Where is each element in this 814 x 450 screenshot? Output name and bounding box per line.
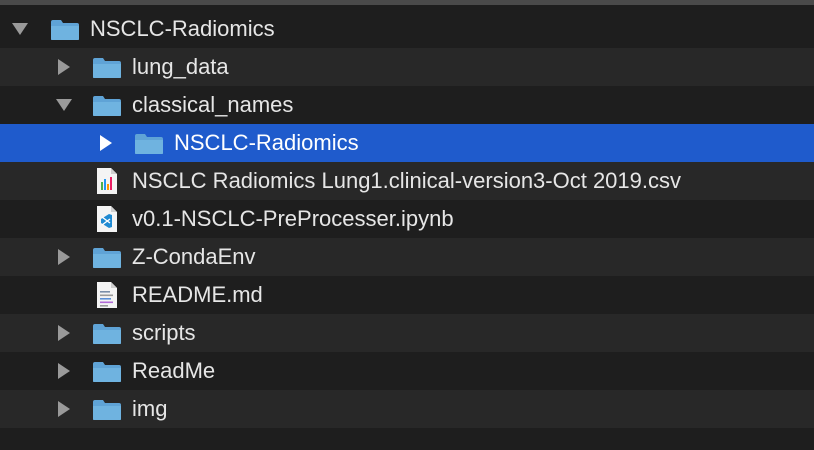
tree-row-label: img	[132, 396, 168, 421]
markdown-file-icon	[97, 282, 117, 308]
folder-icon	[93, 58, 121, 78]
tree-row-label: NSCLC-Radiomics	[174, 130, 359, 155]
vscode-file-icon	[97, 206, 117, 232]
disclosure-collapsed-icon[interactable]	[56, 363, 72, 379]
tree-row-readme-md[interactable]: README.md	[0, 276, 814, 314]
tree-row-img[interactable]: img	[0, 390, 814, 428]
tree-row-classical-names[interactable]: classical_names	[0, 86, 814, 124]
tree-row-label: Z-CondaEnv	[132, 244, 256, 269]
tree-row-readme-folder[interactable]: ReadMe	[0, 352, 814, 390]
tree-row-label: classical_names	[132, 92, 294, 117]
finder-list-view: NSCLC-Radiomics lung_data classical_name…	[0, 0, 814, 450]
tree-row-label: ReadMe	[132, 358, 216, 383]
disclosure-collapsed-icon[interactable]	[56, 59, 72, 75]
folder-icon	[93, 400, 121, 420]
tree-row-ipynb-file[interactable]: v0.1-NSCLC-PreProcesser.ipynb	[0, 200, 814, 238]
folder-icon	[135, 134, 163, 154]
header-divider	[0, 0, 814, 5]
folder-icon	[93, 324, 121, 344]
csv-file-icon	[97, 168, 117, 194]
tree-row-scripts[interactable]: scripts	[0, 314, 814, 352]
disclosure-expanded-icon[interactable]	[56, 97, 72, 113]
tree-row-label: NSCLC Radiomics Lung1.clinical-version3-…	[132, 168, 682, 193]
tree-row-label: README.md	[132, 282, 263, 307]
tree-row-lung-data[interactable]: lung_data	[0, 48, 814, 86]
folder-icon	[93, 96, 121, 116]
disclosure-collapsed-icon[interactable]	[56, 325, 72, 341]
tree-row-nsclc-radiomics-root[interactable]: NSCLC-Radiomics	[0, 10, 814, 48]
folder-icon	[51, 20, 79, 40]
disclosure-collapsed-icon[interactable]	[56, 401, 72, 417]
disclosure-collapsed-icon[interactable]	[98, 135, 114, 151]
file-tree: NSCLC-Radiomics lung_data classical_name…	[0, 10, 814, 428]
tree-row-nsclc-radiomics-selected[interactable]: NSCLC-Radiomics	[0, 124, 814, 162]
folder-icon	[93, 362, 121, 382]
tree-row-csv-file[interactable]: NSCLC Radiomics Lung1.clinical-version3-…	[0, 162, 814, 200]
tree-row-label: scripts	[132, 320, 196, 345]
disclosure-collapsed-icon[interactable]	[56, 249, 72, 265]
tree-row-z-condaenv[interactable]: Z-CondaEnv	[0, 238, 814, 276]
tree-row-label: NSCLC-Radiomics	[90, 16, 275, 41]
tree-row-label: v0.1-NSCLC-PreProcesser.ipynb	[132, 206, 454, 231]
disclosure-expanded-icon[interactable]	[12, 21, 28, 37]
tree-row-label: lung_data	[132, 54, 229, 79]
folder-icon	[93, 248, 121, 268]
